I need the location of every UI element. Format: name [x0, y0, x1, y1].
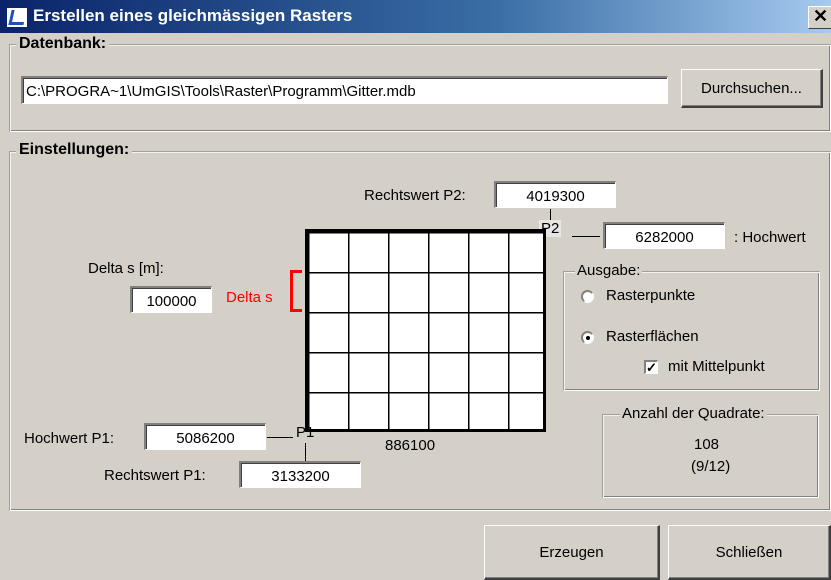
anzahl-label: Anzahl der Quadrate:: [620, 405, 767, 422]
radio-rasterflaechen[interactable]: [581, 331, 594, 344]
rechtswert-p1-label: Rechtswert P1:: [104, 467, 206, 484]
raster-grid-preview: [305, 229, 546, 432]
rechtswert-p1-input[interactable]: 3133200: [239, 461, 361, 488]
rasterflaechen-label[interactable]: Rasterflächen: [606, 328, 699, 345]
datenbank-label: Datenbank:: [16, 35, 110, 53]
database-path-field[interactable]: C:\PROGRA~1\UmGIS\Tools\Raster\Programm\…: [21, 76, 668, 104]
hochwert-suffix-label: : Hochwert: [734, 229, 806, 246]
anzahl-count: 108: [694, 436, 720, 453]
hochwert-p1-label: Hochwert P1:: [24, 430, 115, 447]
rechtswert-p2-input[interactable]: 4019300: [494, 181, 616, 208]
browse-button[interactable]: Durchsuchen...: [681, 69, 823, 108]
delta-s-label: Delta s [m]:: [88, 260, 164, 277]
delta-s-marker-label: Delta s: [226, 289, 273, 306]
delta-s-marker: [290, 270, 293, 312]
radio-rasterpunkte[interactable]: [581, 290, 594, 303]
delta-s-marker-top: [290, 270, 302, 273]
anzahl-dims: (9/12): [691, 458, 731, 475]
rasterpunkte-label[interactable]: Rasterpunkte: [606, 287, 695, 304]
window-title: Erstellen eines gleichmässigen Rasters: [33, 6, 353, 25]
mit-mittelpunkt-checkbox[interactable]: ✓: [644, 360, 658, 374]
hochwert-p2-input[interactable]: 6282000: [603, 222, 725, 249]
p1-vertical-tick: [305, 443, 306, 461]
anzahl-group: [602, 414, 819, 498]
p1-horizontal-tick: [267, 437, 293, 438]
rechtswert-p2-label: Rechtswert P2:: [364, 187, 466, 204]
schliessen-button[interactable]: Schließen: [668, 525, 831, 580]
einstellungen-label: Einstellungen:: [16, 141, 133, 159]
width-value-label: 886100: [385, 437, 436, 454]
p1-label: P1: [296, 424, 315, 441]
delta-s-input[interactable]: 100000: [130, 286, 212, 313]
app-icon: [6, 7, 28, 28]
p2-horizontal-tick: [572, 236, 600, 237]
mit-mittelpunkt-label[interactable]: mit Mittelpunkt: [668, 358, 765, 375]
erzeugen-button[interactable]: Erzeugen: [484, 525, 660, 580]
ausgabe-label: Ausgabe:: [575, 262, 643, 279]
close-window-button[interactable]: ✕: [808, 6, 831, 29]
hochwert-p1-input[interactable]: 5086200: [144, 423, 266, 450]
delta-s-marker-bottom: [290, 309, 302, 312]
